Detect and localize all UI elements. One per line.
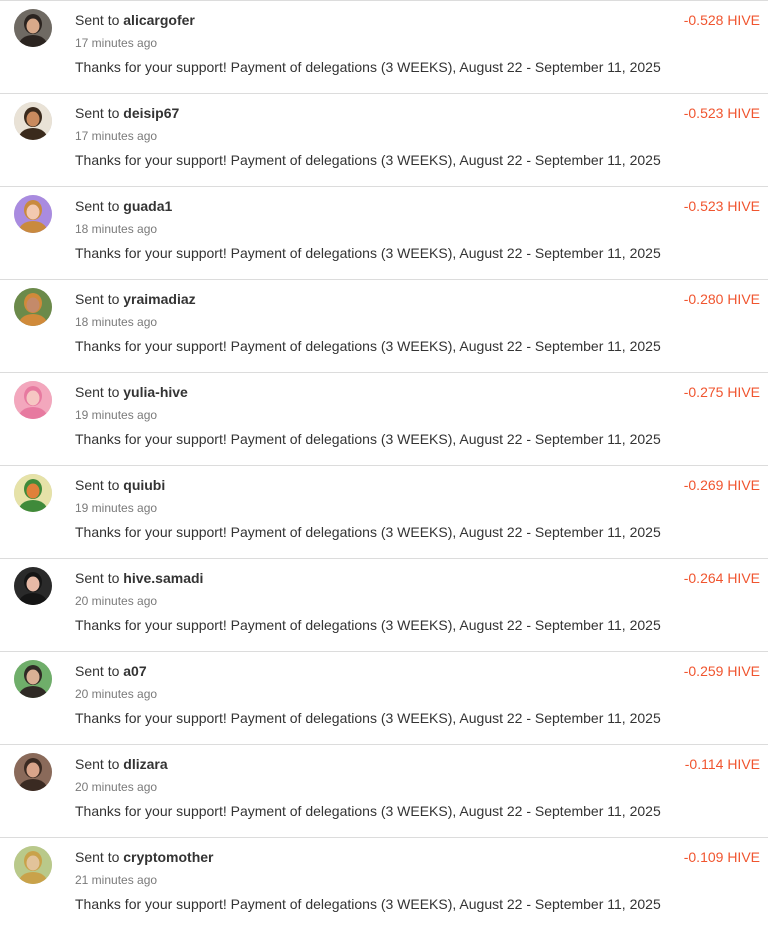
memo-text: Thanks for your support! Payment of dele…	[75, 896, 661, 912]
transfer-list: Sent to alicargofer 17 minutes ago Thank…	[0, 0, 768, 926]
recipient-link[interactable]: deisip67	[123, 105, 179, 121]
transfer-row[interactable]: Sent to alicargofer 17 minutes ago Thank…	[0, 1, 768, 94]
memo-text: Thanks for your support! Payment of dele…	[75, 617, 661, 633]
amount: -0.528 HIVE	[683, 12, 760, 28]
amount: -0.275 HIVE	[683, 384, 760, 400]
recipient-link[interactable]: a07	[123, 663, 146, 679]
transfer-row[interactable]: Sent to a07 20 minutes ago Thanks for yo…	[0, 652, 768, 745]
transfer-title: Sent to yraimadiaz	[75, 290, 196, 308]
memo-text: Thanks for your support! Payment of dele…	[75, 59, 661, 75]
transfer-row[interactable]: Sent to cryptomother 21 minutes ago Than…	[0, 838, 768, 931]
transfer-title: Sent to alicargofer	[75, 11, 195, 29]
timestamp: 19 minutes ago	[75, 501, 158, 515]
memo-text: Thanks for your support! Payment of dele…	[75, 524, 661, 540]
amount: -0.259 HIVE	[683, 663, 760, 679]
transfer-row[interactable]: Sent to deisip67 17 minutes ago Thanks f…	[0, 94, 768, 187]
transfer-title: Sent to deisip67	[75, 104, 179, 122]
sent-prefix: Sent to	[75, 384, 120, 400]
sent-prefix: Sent to	[75, 105, 120, 121]
memo-text: Thanks for your support! Payment of dele…	[75, 152, 661, 168]
recipient-link[interactable]: hive.samadi	[123, 570, 203, 586]
recipient-link[interactable]: dlizara	[123, 756, 167, 772]
amount: -0.269 HIVE	[683, 477, 760, 493]
amount: -0.109 HIVE	[683, 849, 760, 865]
transfer-row[interactable]: Sent to dlizara 20 minutes ago Thanks fo…	[0, 745, 768, 838]
transfer-title: Sent to a07	[75, 662, 147, 680]
recipient-link[interactable]: guada1	[123, 198, 172, 214]
timestamp: 20 minutes ago	[75, 780, 158, 794]
transfer-title: Sent to hive.samadi	[75, 569, 203, 587]
amount: -0.523 HIVE	[683, 105, 760, 121]
avatar-deisip67[interactable]	[14, 102, 52, 140]
sent-prefix: Sent to	[75, 849, 120, 865]
timestamp: 20 minutes ago	[75, 687, 158, 701]
transfer-title: Sent to guada1	[75, 197, 172, 215]
recipient-link[interactable]: yulia-hive	[123, 384, 188, 400]
avatar-yraimadiaz[interactable]	[14, 288, 52, 326]
sent-prefix: Sent to	[75, 756, 120, 772]
avatar-hive-samadi[interactable]	[14, 567, 52, 605]
sent-prefix: Sent to	[75, 198, 120, 214]
recipient-link[interactable]: quiubi	[123, 477, 165, 493]
sent-prefix: Sent to	[75, 477, 120, 493]
transfer-row[interactable]: Sent to hive.samadi 20 minutes ago Thank…	[0, 559, 768, 652]
avatar-alicargofer[interactable]	[14, 9, 52, 47]
memo-text: Thanks for your support! Payment of dele…	[75, 803, 661, 819]
timestamp: 18 minutes ago	[75, 222, 158, 236]
transfer-row[interactable]: Sent to yraimadiaz 18 minutes ago Thanks…	[0, 280, 768, 373]
sent-prefix: Sent to	[75, 291, 120, 307]
recipient-link[interactable]: cryptomother	[123, 849, 213, 865]
recipient-link[interactable]: yraimadiaz	[123, 291, 195, 307]
timestamp: 17 minutes ago	[75, 36, 158, 50]
avatar-a07[interactable]	[14, 660, 52, 698]
timestamp: 21 minutes ago	[75, 873, 158, 887]
transfer-row[interactable]: Sent to yulia-hive 19 minutes ago Thanks…	[0, 373, 768, 466]
avatar-yulia-hive[interactable]	[14, 381, 52, 419]
transfer-title: Sent to cryptomother	[75, 848, 214, 866]
transfer-title: Sent to dlizara	[75, 755, 168, 773]
timestamp: 17 minutes ago	[75, 129, 158, 143]
timestamp: 18 minutes ago	[75, 315, 158, 329]
avatar-cryptomother[interactable]	[14, 846, 52, 884]
transfer-row[interactable]: Sent to guada1 18 minutes ago Thanks for…	[0, 187, 768, 280]
transfer-title: Sent to quiubi	[75, 476, 165, 494]
memo-text: Thanks for your support! Payment of dele…	[75, 338, 661, 354]
timestamp: 19 minutes ago	[75, 408, 158, 422]
memo-text: Thanks for your support! Payment of dele…	[75, 710, 661, 726]
sent-prefix: Sent to	[75, 12, 120, 28]
amount: -0.280 HIVE	[683, 291, 760, 307]
memo-text: Thanks for your support! Payment of dele…	[75, 245, 661, 261]
timestamp: 20 minutes ago	[75, 594, 158, 608]
sent-prefix: Sent to	[75, 570, 120, 586]
recipient-link[interactable]: alicargofer	[123, 12, 195, 28]
avatar-dlizara[interactable]	[14, 753, 52, 791]
sent-prefix: Sent to	[75, 663, 120, 679]
transfer-row[interactable]: Sent to quiubi 19 minutes ago Thanks for…	[0, 466, 768, 559]
amount: -0.523 HIVE	[683, 198, 760, 214]
avatar-guada1[interactable]	[14, 195, 52, 233]
memo-text: Thanks for your support! Payment of dele…	[75, 431, 661, 447]
amount: -0.114 HIVE	[684, 756, 760, 772]
transfer-title: Sent to yulia-hive	[75, 383, 188, 401]
amount: -0.264 HIVE	[683, 570, 760, 586]
avatar-quiubi[interactable]	[14, 474, 52, 512]
